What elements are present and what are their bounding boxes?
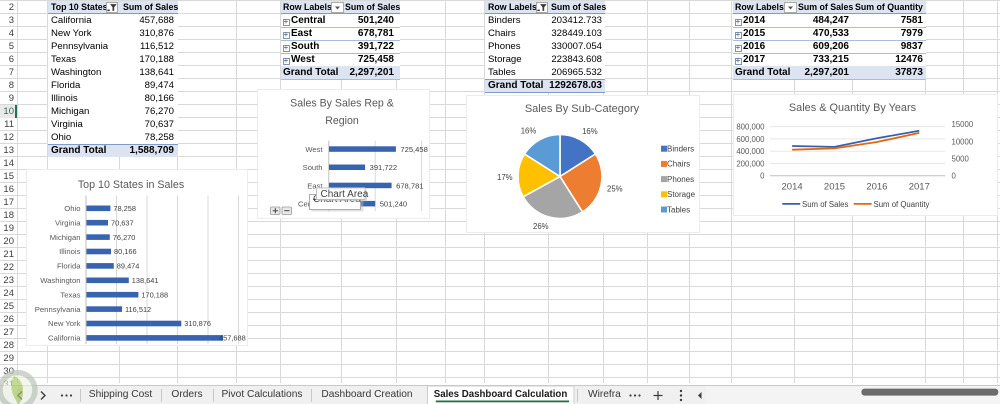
svg-text:678,781: 678,781 (396, 181, 423, 190)
svg-text:Binders: Binders (667, 145, 694, 154)
svg-text:2014: 2014 (782, 182, 803, 193)
svg-text:West: West (305, 145, 323, 154)
svg-text:5000: 5000 (952, 155, 970, 164)
svg-text:501,240: 501,240 (380, 200, 407, 209)
svg-text:457,688: 457,688 (219, 334, 246, 343)
svg-text:800,000: 800,000 (736, 123, 765, 132)
svg-text:California: California (48, 334, 81, 343)
svg-text:Washington: Washington (40, 276, 80, 285)
svg-text:Tables: Tables (667, 205, 690, 214)
svg-text:Sum of Quantity: Sum of Quantity (874, 200, 930, 209)
svg-text:2017: 2017 (909, 182, 930, 193)
svg-text:15000: 15000 (952, 120, 974, 129)
svg-text:116,512: 116,512 (125, 305, 151, 314)
svg-text:78,258: 78,258 (113, 204, 136, 213)
svg-text:400,000: 400,000 (736, 147, 765, 156)
svg-text:Region: Region (325, 115, 359, 127)
svg-text:25%: 25% (607, 185, 623, 194)
svg-text:Phones: Phones (667, 175, 694, 184)
svg-text:70,637: 70,637 (111, 218, 134, 227)
svg-text:0: 0 (952, 172, 957, 181)
svg-text:Sales By Sub-Category: Sales By Sub-Category (525, 103, 640, 115)
svg-text:Storage: Storage (667, 190, 696, 199)
svg-text:170,188: 170,188 (141, 290, 168, 299)
svg-text:Ohio: Ohio (64, 204, 80, 213)
svg-text:Top 10 States in Sales: Top 10 States in Sales (78, 179, 184, 191)
svg-text:Chart Area: Chart Area (321, 189, 369, 200)
svg-text:26%: 26% (533, 222, 549, 231)
svg-text:Virginia: Virginia (55, 218, 81, 227)
svg-text:Sales By Sales Rep &: Sales By Sales Rep & (290, 98, 394, 110)
svg-text:200,000: 200,000 (736, 159, 765, 168)
svg-text:Chairs: Chairs (667, 160, 690, 169)
svg-text:10000: 10000 (952, 137, 974, 146)
svg-text:725,458: 725,458 (400, 145, 427, 154)
svg-text:Illinois: Illinois (59, 247, 81, 256)
svg-text:80,166: 80,166 (114, 247, 137, 256)
svg-text:Florida: Florida (57, 262, 81, 271)
svg-text:138,641: 138,641 (132, 276, 159, 285)
svg-text:Michigan: Michigan (50, 233, 81, 242)
svg-text:0: 0 (760, 172, 765, 181)
svg-text:Sum of Sales: Sum of Sales (802, 200, 848, 209)
svg-text:2016: 2016 (866, 182, 887, 193)
svg-text:South: South (303, 163, 323, 172)
svg-text:600,000: 600,000 (736, 135, 765, 144)
svg-text:391,722: 391,722 (370, 163, 397, 172)
svg-text:Texas: Texas (60, 290, 80, 299)
svg-text:89,474: 89,474 (117, 262, 140, 271)
svg-text:76,270: 76,270 (113, 233, 136, 242)
svg-text:16%: 16% (521, 126, 537, 135)
svg-text:16%: 16% (582, 127, 598, 136)
svg-text:New York: New York (48, 319, 81, 328)
svg-text:310,876: 310,876 (184, 319, 211, 328)
svg-text:Pennsylvania: Pennsylvania (35, 305, 81, 314)
svg-text:17%: 17% (497, 173, 513, 182)
svg-text:Sales & Quantity By Years: Sales & Quantity By Years (789, 102, 917, 114)
svg-text:2015: 2015 (824, 182, 845, 193)
